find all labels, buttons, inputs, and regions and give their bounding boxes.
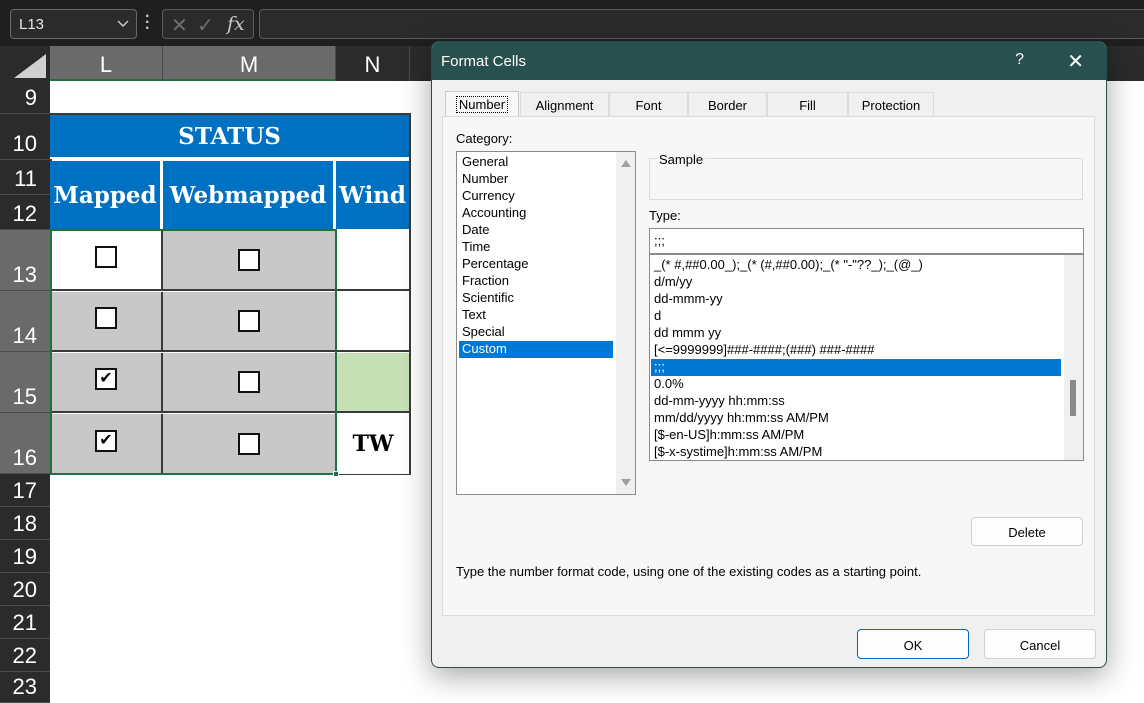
type-item[interactable]: d	[651, 308, 1061, 325]
number-tab-panel: Category: General Number Currency Accoun…	[442, 116, 1095, 616]
select-all-corner[interactable]	[14, 54, 46, 78]
row-header-21[interactable]: 21	[0, 606, 50, 639]
cell-n14[interactable]	[337, 292, 409, 352]
tab-fill[interactable]: Fill	[767, 92, 848, 116]
tab-border[interactable]: Border	[688, 92, 767, 116]
cancel-icon[interactable]: ✕	[171, 13, 188, 38]
selection-range	[50, 229, 337, 475]
type-item[interactable]: mm/dd/yyyy hh:mm:ss AM/PM	[651, 410, 1061, 427]
name-box[interactable]: L13	[10, 9, 137, 39]
cell-n13[interactable]	[337, 230, 409, 291]
sample-label: Sample	[657, 152, 706, 167]
formula-input[interactable]	[259, 9, 1144, 39]
category-item[interactable]: Number	[459, 171, 613, 188]
category-scrollbar[interactable]	[616, 152, 635, 494]
dialog-title-bar[interactable]: Format Cells	[432, 42, 1106, 80]
close-icon[interactable]: ✕	[1067, 49, 1084, 74]
category-list[interactable]: General Number Currency Accounting Date …	[456, 151, 636, 495]
column-header-m[interactable]: M	[163, 46, 336, 81]
ok-button[interactable]: OK	[857, 629, 969, 659]
chevron-down-icon[interactable]	[117, 16, 129, 30]
type-item[interactable]: [$-en-US]h:mm:ss AM/PM	[651, 427, 1061, 444]
tab-number[interactable]: Number	[445, 91, 519, 117]
fill-handle[interactable]	[333, 471, 339, 477]
cell-n15[interactable]	[337, 353, 409, 413]
delete-button[interactable]: Delete	[971, 517, 1083, 546]
category-item[interactable]: Scientific	[459, 290, 613, 307]
type-item[interactable]: dd mmm yy	[651, 325, 1061, 342]
category-item[interactable]: Time	[459, 239, 613, 256]
row-header-19[interactable]: 19	[0, 540, 50, 573]
type-label: Type:	[649, 208, 681, 223]
type-item[interactable]: _(* #,##0.00_);_(* (#,##0.00);_(* "-"??_…	[651, 257, 1061, 274]
dialog-title: Format Cells	[441, 53, 527, 70]
category-label: Category:	[456, 131, 513, 146]
row-header-9[interactable]: 9	[0, 81, 50, 114]
type-input[interactable]: ;;;	[649, 228, 1084, 254]
category-item[interactable]: Date	[459, 222, 613, 239]
category-item-selected[interactable]: Custom	[459, 341, 613, 358]
type-item[interactable]: [<=9999999]###-####;(###) ###-####	[651, 342, 1061, 359]
type-item[interactable]: 0.0%	[651, 376, 1061, 393]
category-item[interactable]: General	[459, 154, 613, 171]
scrollbar-thumb[interactable]	[1070, 380, 1076, 416]
header-webmapped[interactable]: Webmapped	[163, 161, 335, 229]
sample-box: Sample	[649, 152, 1083, 200]
row-header-15[interactable]: 15	[0, 352, 50, 413]
category-item[interactable]: Text	[459, 307, 613, 324]
row-header-23[interactable]: 23	[0, 672, 50, 703]
column-header-n[interactable]: N	[336, 46, 410, 81]
type-item[interactable]: d/m/yy	[651, 274, 1061, 291]
formula-bar: L13 · · · ✕ ✓ fx	[0, 0, 1144, 46]
scroll-up-icon[interactable]	[621, 160, 631, 167]
row-header-18[interactable]: 18	[0, 507, 50, 540]
type-list[interactable]: _(* #,##0.00_);_(* (#,##0.00);_(* "-"??_…	[649, 254, 1084, 461]
formula-buttons: ✕ ✓ fx	[162, 9, 254, 39]
status-header[interactable]: STATUS	[50, 115, 409, 159]
row-header-22[interactable]: 22	[0, 639, 50, 672]
type-scrollbar[interactable]	[1064, 255, 1083, 460]
type-item-selected[interactable]: ;;;	[651, 359, 1061, 376]
category-item[interactable]: Currency	[459, 188, 613, 205]
header-mapped[interactable]: Mapped	[50, 161, 162, 229]
row-header-17[interactable]: 17	[0, 474, 50, 507]
tab-font[interactable]: Font	[609, 92, 688, 116]
header-wind[interactable]: Wind	[336, 161, 409, 229]
category-item[interactable]: Percentage	[459, 256, 613, 273]
category-item[interactable]: Special	[459, 324, 613, 341]
category-item[interactable]: Fraction	[459, 273, 613, 290]
tab-alignment[interactable]: Alignment	[520, 92, 609, 116]
column-header-l[interactable]: L	[50, 46, 163, 81]
row-header-10[interactable]: 10	[0, 114, 50, 160]
format-cells-dialog: Format Cells ? ✕ Number Alignment Font B…	[431, 41, 1107, 668]
more-options-icon[interactable]: · · ·	[145, 9, 151, 37]
cancel-button[interactable]: Cancel	[984, 629, 1096, 659]
row-header-14[interactable]: 14	[0, 291, 50, 352]
help-icon[interactable]: ?	[1015, 51, 1024, 69]
scroll-down-icon[interactable]	[621, 479, 631, 486]
row-header-11[interactable]: 11	[0, 160, 50, 195]
type-item[interactable]: dd-mm-yyyy hh:mm:ss	[651, 393, 1061, 410]
row-headers: 9 10 11 12 13 14 15 16 17 18 19 20 21 22…	[0, 81, 50, 703]
type-item[interactable]: dd-mmm-yy	[651, 291, 1061, 308]
row-header-16[interactable]: 16	[0, 413, 50, 474]
row-header-13[interactable]: 13	[0, 230, 50, 291]
category-item[interactable]: Accounting	[459, 205, 613, 222]
row-header-20[interactable]: 20	[0, 573, 50, 606]
tab-protection[interactable]: Protection	[848, 92, 934, 116]
type-item[interactable]: [$-x-systime]h:mm:ss AM/PM	[651, 444, 1061, 460]
enter-icon[interactable]: ✓	[197, 13, 214, 38]
insert-function-icon[interactable]: fx	[227, 13, 245, 35]
hint-text: Type the number format code, using one o…	[456, 564, 922, 579]
name-box-value: L13	[19, 16, 45, 33]
cell-n16[interactable]: TW	[337, 414, 409, 474]
row-header-12[interactable]: 12	[0, 195, 50, 230]
